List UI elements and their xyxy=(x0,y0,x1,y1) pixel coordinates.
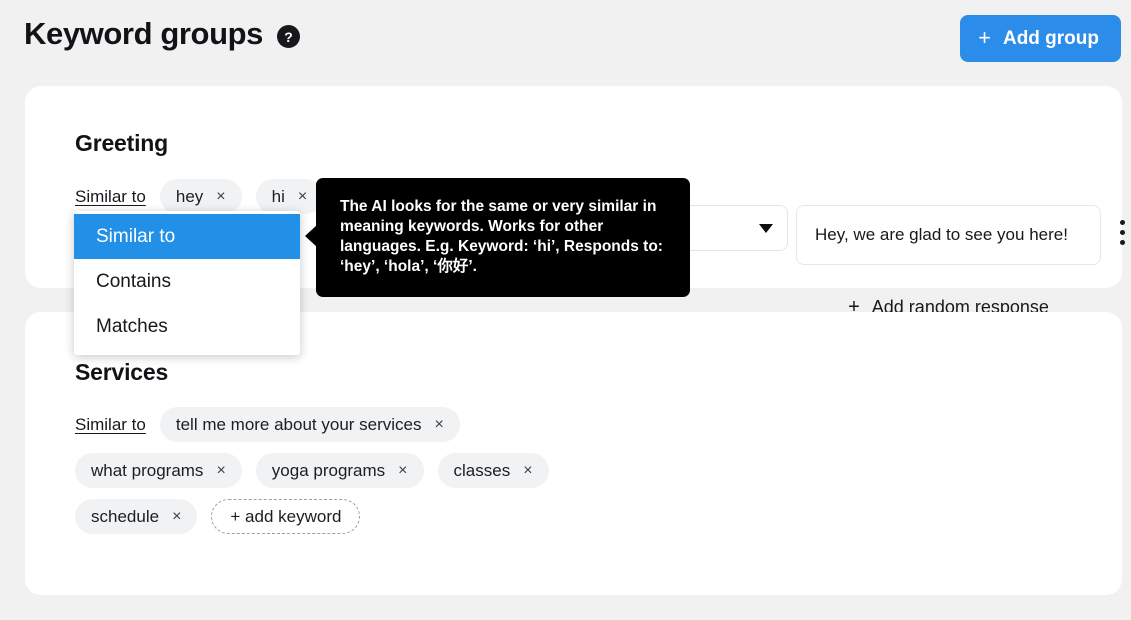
keyword-chip[interactable]: schedule × xyxy=(75,499,197,534)
keyword-chip[interactable]: classes × xyxy=(438,453,549,488)
page-header: Keyword groups ? + Add group xyxy=(0,0,1131,86)
add-keyword-button[interactable]: + add keyword xyxy=(211,499,360,534)
dropdown-option-similar-to[interactable]: Similar to xyxy=(74,214,300,259)
keyword-chip-label: hey xyxy=(176,187,203,207)
plus-icon: + xyxy=(978,27,991,49)
close-icon[interactable]: × xyxy=(398,463,407,479)
kebab-dot-icon xyxy=(1120,240,1125,245)
group-title: Greeting xyxy=(75,130,168,157)
page-title: Keyword groups xyxy=(24,17,263,51)
close-icon[interactable]: × xyxy=(523,463,532,479)
dropdown-option-matches[interactable]: Matches xyxy=(74,304,300,349)
keyword-chip-label: tell me more about your services xyxy=(176,415,422,435)
tooltip-text: The AI looks for the same or very simila… xyxy=(340,198,663,275)
keyword-chip[interactable]: tell me more about your services × xyxy=(160,407,460,442)
kebab-dot-icon xyxy=(1120,220,1125,225)
close-icon[interactable]: × xyxy=(435,417,444,433)
keyword-chip-label: hi xyxy=(272,187,285,207)
keyword-area: Similar to tell me more about your servi… xyxy=(75,407,580,534)
close-icon[interactable]: × xyxy=(172,509,181,525)
keyword-chip[interactable]: hey × xyxy=(160,179,242,214)
kebab-dot-icon xyxy=(1120,230,1125,235)
response-text-input[interactable]: Hey, we are glad to see you here! xyxy=(796,205,1101,265)
keyword-chip[interactable]: hi × xyxy=(256,179,324,214)
add-group-button[interactable]: + Add group xyxy=(960,15,1121,62)
keyword-chip-label: what programs xyxy=(91,461,203,481)
keyword-chip-label: yoga programs xyxy=(272,461,385,481)
keyword-chip-label: classes xyxy=(454,461,511,481)
match-type-dropdown: Similar to Contains Matches xyxy=(74,211,300,355)
add-group-label: Add group xyxy=(1003,28,1099,50)
match-type-link[interactable]: Similar to xyxy=(75,187,146,207)
dropdown-option-contains[interactable]: Contains xyxy=(74,259,300,304)
page-title-group: Keyword groups ? xyxy=(24,17,300,51)
keyword-chip[interactable]: what programs × xyxy=(75,453,242,488)
match-type-tooltip: The AI looks for the same or very simila… xyxy=(316,178,690,297)
close-icon[interactable]: × xyxy=(216,463,225,479)
match-type-link[interactable]: Similar to xyxy=(75,415,146,435)
group-options-menu-button[interactable] xyxy=(1117,217,1128,248)
question-mark-icon[interactable]: ? xyxy=(277,25,300,48)
keyword-chip[interactable]: yoga programs × xyxy=(256,453,424,488)
tooltip-arrow-icon xyxy=(305,225,317,247)
close-icon[interactable]: × xyxy=(216,189,225,205)
group-title: Services xyxy=(75,359,168,386)
close-icon[interactable]: × xyxy=(298,189,307,205)
chevron-down-icon xyxy=(759,224,773,233)
keyword-chip-label: schedule xyxy=(91,507,159,527)
